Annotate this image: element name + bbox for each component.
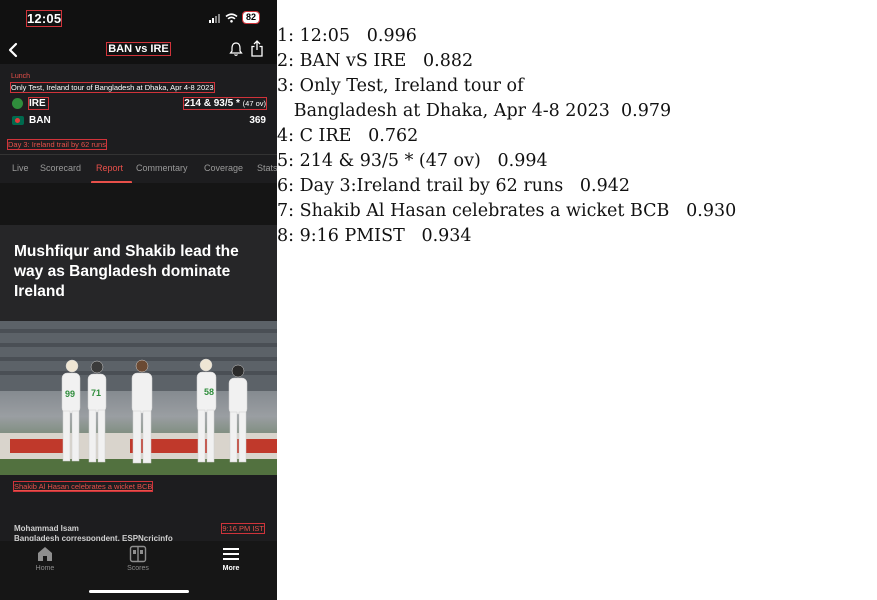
ocr-line: 1: 12:05 0.996: [277, 26, 417, 46]
ocr-line: 5: 214 & 93/5 * (47 ov) 0.994: [277, 151, 548, 171]
signal-icon: [208, 13, 220, 23]
match-status-label: Lunch: [11, 73, 31, 80]
tab-commentary[interactable]: Commentary: [136, 163, 188, 173]
tab-stats[interactable]: Stats: [257, 163, 277, 173]
team-name: IRE: [28, 97, 49, 110]
ocr-line: 2: BAN vS IRE 0.882: [277, 51, 474, 71]
share-icon[interactable]: [250, 40, 264, 57]
bell-icon[interactable]: [229, 41, 243, 57]
phone-screenshot: 12:05 82 BAN vs IRE Lunch Only Test, Ire…: [0, 0, 277, 600]
nav-more[interactable]: More: [201, 545, 261, 572]
photo-caption: Shakib Al Hasan celebrates a wicket BCB: [12, 481, 154, 492]
svg-text:71: 71: [91, 388, 101, 398]
nav-label: More: [222, 565, 240, 572]
nav-label: Scores: [127, 565, 149, 572]
team-row-ban: BAN 369: [11, 114, 266, 128]
nav-label: Home: [35, 565, 55, 572]
ocr-line: 3: Only Test, Ireland tour of: [277, 76, 524, 96]
ocr-results-panel: 1: 12:05 0.996 2: BAN vS IRE 0.882 3: On…: [277, 0, 877, 600]
tab-report[interactable]: Report: [96, 163, 123, 173]
team-overs: (47 ov): [242, 99, 266, 108]
home-icon: [38, 547, 52, 561]
ocr-line-continuation: Bangladesh at Dhaka, Apr 4-8 2023 0.979: [293, 101, 672, 121]
article-photo[interactable]: 99 71 58: [0, 321, 277, 475]
team-score: 369: [249, 115, 266, 126]
team-row-ire: IRE 214 & 93/5 * (47 ov): [11, 97, 267, 111]
cricket-players-illustration: 99 71 58: [0, 321, 277, 475]
status-time: 12:05: [25, 10, 63, 27]
wifi-icon: [225, 12, 238, 23]
series-info: Only Test, Ireland tour of Bangladesh at…: [10, 82, 215, 93]
ocr-line: 7: Shakib Al Hasan celebrates a wicket B…: [277, 201, 737, 221]
battery-icon: 82: [241, 11, 261, 24]
scores-icon: [129, 545, 147, 563]
ireland-flag-icon: [12, 98, 23, 109]
nav-bar: BAN vs IRE: [0, 36, 277, 64]
bangladesh-flag-icon: [12, 116, 24, 125]
status-bar: 12:05 82: [0, 0, 277, 36]
publish-time: 9:16 PM IST: [221, 523, 265, 534]
ocr-line: 4: C IRE 0.762: [277, 126, 419, 146]
tab-coverage[interactable]: Coverage: [204, 163, 243, 173]
nav-home[interactable]: Home: [15, 545, 75, 572]
svg-text:58: 58: [204, 387, 214, 397]
team-score: 214 & 93/5 * (47 ov): [183, 97, 267, 110]
article-headline: Mushfiqur and Shakib lead the way as Ban…: [14, 243, 239, 300]
status-icons: 82: [208, 11, 261, 24]
tab-live[interactable]: Live: [12, 163, 29, 173]
author-name[interactable]: Mohammad Isam: [14, 524, 79, 533]
ocr-line: 6: Day 3:Ireland trail by 62 runs 0.942: [277, 176, 631, 196]
menu-icon: [223, 548, 239, 560]
nav-scores[interactable]: Scores: [108, 545, 168, 572]
day-status: Day 3: Ireland trail by 62 runs: [7, 139, 107, 150]
ocr-line: 8: 9:16 PMIST 0.934: [277, 226, 472, 246]
headline-block: Mushfiqur and Shakib lead the way as Ban…: [0, 225, 277, 321]
svg-text:99: 99: [65, 389, 75, 399]
score-panel[interactable]: Lunch Only Test, Ireland tour of Banglad…: [0, 64, 277, 154]
tab-scorecard[interactable]: Scorecard: [40, 163, 81, 173]
tab-bar: Live Scorecard Report Commentary Coverag…: [0, 154, 277, 184]
ad-placeholder: [0, 183, 277, 225]
home-indicator[interactable]: [89, 590, 189, 593]
team-name: BAN: [29, 115, 51, 126]
